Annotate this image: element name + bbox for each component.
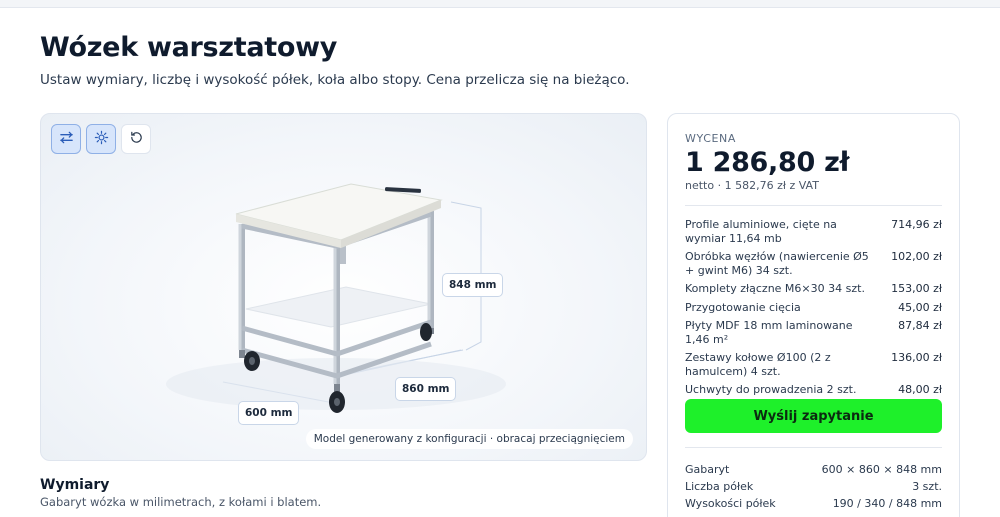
quote-specs: Gabaryt 600 × 860 × 848 mm Liczba półek …: [685, 463, 942, 514]
spec-row: Wysokości półek 190 / 340 / 848 mm: [685, 497, 942, 514]
quote-line-item: Przygotowanie cięcia 45,00 zł: [685, 301, 942, 315]
dimension-label-height: 848 mm: [442, 273, 504, 297]
top-bar: [0, 0, 1000, 8]
cart-model-render: [166, 183, 506, 413]
quote-label: WYCENA: [685, 132, 736, 145]
spec-row: Gabaryt 600 × 860 × 848 mm: [685, 463, 942, 480]
quote-line-item: Profile aluminiowe, cięte na wymiar 11,6…: [685, 218, 942, 245]
line-item-name: Uchwyty do prowadzenia 2 szt.: [685, 383, 857, 396]
line-item-value: 136,00 zł: [891, 351, 942, 364]
line-item-name: Zestawy kołowe Ø100 (2 z hamulcem) 4 szt…: [685, 351, 831, 378]
line-item-name: Płyty MDF 18 mm laminowane 1,46 m²: [685, 319, 853, 346]
line-item-value: 48,00 zł: [898, 383, 942, 396]
spec-label: Gabaryt: [685, 463, 730, 476]
quote-panel: WYCENA 1 286,80 zł netto · 1 582,76 zł z…: [667, 113, 960, 517]
line-item-value: 714,96 zł: [891, 218, 942, 231]
spec-value: 600 × 860 × 848 mm: [821, 463, 942, 476]
line-item-value: 102,00 zł: [891, 250, 942, 263]
line-item-name: Profile aluminiowe, cięte na wymiar 11,6…: [685, 218, 837, 245]
spec-label: Liczba półek: [685, 480, 754, 493]
spec-label: Wysokości półek: [685, 497, 776, 510]
line-item-value: 45,00 zł: [898, 300, 942, 314]
quote-line-item: Uchwyty do prowadzenia 2 szt. 48,00 zł: [685, 383, 942, 397]
spec-value: 190 / 340 / 848 mm: [832, 497, 942, 510]
quote-price: 1 286,80 zł: [685, 147, 850, 178]
line-item-value: 87,84 zł: [898, 319, 942, 332]
line-item-name: Przygotowanie cięcia: [685, 300, 801, 314]
divider: [685, 447, 942, 448]
model-viewer[interactable]: 848 mm 860 mm 600 mm Model generowany z …: [40, 113, 647, 461]
quote-line-item: Komplety złączne M6×30 34 szt. 153,00 zł: [685, 282, 942, 296]
dimensions-section-subtitle: Gabaryt wózka w milimetrach, z kołami i …: [40, 495, 322, 509]
quote-line-item: Zestawy kołowe Ø100 (2 z hamulcem) 4 szt…: [685, 351, 942, 378]
page-subtitle: Ustaw wymiary, liczbę i wysokość półek, …: [40, 72, 630, 88]
viewer-caption: Model generowany z konfiguracji · obraca…: [305, 429, 633, 449]
quote-line-item: Płyty MDF 18 mm laminowane 1,46 m² 87,84…: [685, 319, 942, 346]
quote-line-items: Profile aluminiowe, cięte na wymiar 11,6…: [685, 218, 942, 402]
dimension-label-width: 600 mm: [238, 401, 300, 425]
quote-net-price: netto · 1 582,76 zł z VAT: [685, 179, 819, 192]
line-item-value: 153,00 zł: [891, 282, 942, 295]
spec-row: Liczba półek 3 szt.: [685, 480, 942, 497]
dimension-label-length: 860 mm: [395, 377, 457, 401]
quote-line-item: Obróbka węzłów (nawiercenie Ø5 + gwint M…: [685, 250, 942, 277]
divider: [685, 205, 942, 206]
dimensions-section-title: Wymiary: [40, 477, 110, 493]
spec-value: 3 szt.: [912, 480, 942, 493]
line-item-name: Komplety złączne M6×30 34 szt.: [685, 282, 865, 295]
line-item-name: Obróbka węzłów (nawiercenie Ø5 + gwint M…: [685, 250, 869, 277]
page-title: Wózek warsztatowy: [40, 32, 338, 63]
send-inquiry-button[interactable]: Wyślij zapytanie: [685, 399, 942, 433]
